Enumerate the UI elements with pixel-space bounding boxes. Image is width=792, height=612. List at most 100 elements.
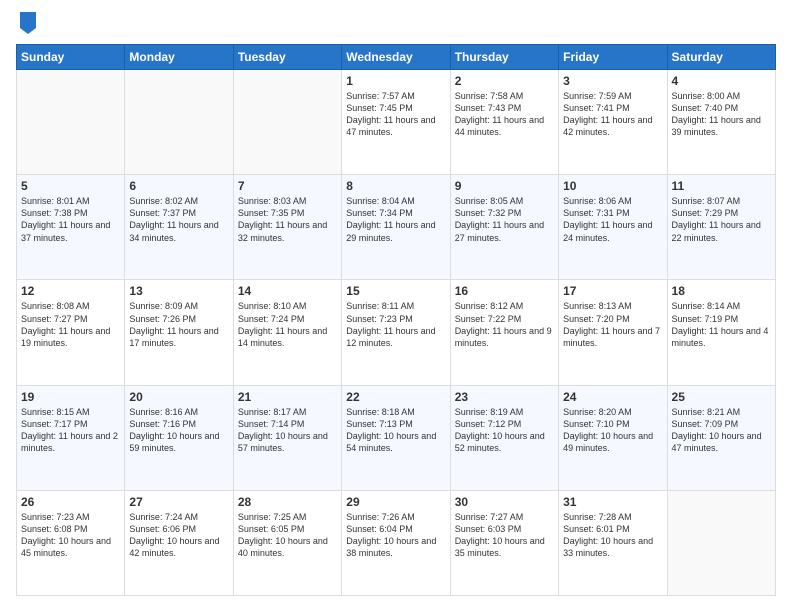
day-info: Sunrise: 7:25 AM Sunset: 6:05 PM Dayligh… — [238, 511, 337, 560]
day-number: 12 — [21, 284, 120, 298]
logo-text — [16, 16, 36, 34]
day-info: Sunrise: 8:11 AM Sunset: 7:23 PM Dayligh… — [346, 300, 445, 349]
day-info: Sunrise: 8:05 AM Sunset: 7:32 PM Dayligh… — [455, 195, 554, 244]
calendar-cell: 29 Sunrise: 7:26 AM Sunset: 6:04 PM Dayli… — [342, 490, 450, 595]
calendar-body: 1 Sunrise: 7:57 AM Sunset: 7:45 PM Daylig… — [17, 70, 776, 596]
calendar-cell: 11Sunrise: 8:07 AM Sunset: 7:29 PM Dayli… — [667, 175, 775, 280]
day-info: Sunrise: 8:20 AM Sunset: 7:10 PM Dayligh… — [563, 406, 662, 455]
day-info: Sunrise: 8:21 AM Sunset: 7:09 PM Dayligh… — [672, 406, 771, 455]
calendar-cell — [233, 70, 341, 175]
day-info: Sunrise: 8:17 AM Sunset: 7:14 PM Dayligh… — [238, 406, 337, 455]
calendar-header: SundayMondayTuesdayWednesdayThursdayFrid… — [17, 45, 776, 70]
calendar-cell: 23 Sunrise: 8:19 AM Sunset: 7:12 PM Dayli… — [450, 385, 558, 490]
day-number: 17 — [563, 284, 662, 298]
day-info: Sunrise: 8:15 AM Sunset: 7:17 PM Dayligh… — [21, 406, 120, 455]
calendar-cell: 28 Sunrise: 7:25 AM Sunset: 6:05 PM Dayli… — [233, 490, 341, 595]
day-number: 28 — [238, 495, 337, 509]
day-info: Sunrise: 8:16 AM Sunset: 7:16 PM Dayligh… — [129, 406, 228, 455]
weekday-header: Saturday — [667, 45, 775, 70]
day-number: 6 — [129, 179, 228, 193]
day-info: Sunrise: 7:57 AM Sunset: 7:45 PM Dayligh… — [346, 90, 445, 139]
day-info: Sunrise: 8:13 AM Sunset: 7:20 PM Dayligh… — [563, 300, 662, 349]
weekday-header: Monday — [125, 45, 233, 70]
day-number: 16 — [455, 284, 554, 298]
day-number: 1 — [346, 74, 445, 88]
day-number: 15 — [346, 284, 445, 298]
calendar-cell: 3 Sunrise: 7:59 AM Sunset: 7:41 PM Daylig… — [559, 70, 667, 175]
day-info: Sunrise: 7:27 AM Sunset: 6:03 PM Dayligh… — [455, 511, 554, 560]
calendar-cell: 30Sunrise: 7:27 AM Sunset: 6:03 PM Dayli… — [450, 490, 558, 595]
day-number: 5 — [21, 179, 120, 193]
calendar-table: SundayMondayTuesdayWednesdayThursdayFrid… — [16, 44, 776, 596]
calendar-cell: 13 Sunrise: 8:09 AM Sunset: 7:26 PM Dayli… — [125, 280, 233, 385]
weekday-header: Wednesday — [342, 45, 450, 70]
calendar-cell: 18Sunrise: 8:14 AM Sunset: 7:19 PM Dayli… — [667, 280, 775, 385]
calendar-cell: 9 Sunrise: 8:05 AM Sunset: 7:32 PM Daylig… — [450, 175, 558, 280]
day-info: Sunrise: 8:06 AM Sunset: 7:31 PM Dayligh… — [563, 195, 662, 244]
day-info: Sunrise: 7:58 AM Sunset: 7:43 PM Dayligh… — [455, 90, 554, 139]
day-info: Sunrise: 8:07 AM Sunset: 7:29 PM Dayligh… — [672, 195, 771, 244]
day-info: Sunrise: 7:26 AM Sunset: 6:04 PM Dayligh… — [346, 511, 445, 560]
calendar-cell — [125, 70, 233, 175]
weekday-header: Friday — [559, 45, 667, 70]
day-info: Sunrise: 8:00 AM Sunset: 7:40 PM Dayligh… — [672, 90, 771, 139]
day-info: Sunrise: 8:18 AM Sunset: 7:13 PM Dayligh… — [346, 406, 445, 455]
day-number: 4 — [672, 74, 771, 88]
calendar-cell: 8Sunrise: 8:04 AM Sunset: 7:34 PM Daylig… — [342, 175, 450, 280]
day-info: Sunrise: 8:19 AM Sunset: 7:12 PM Dayligh… — [455, 406, 554, 455]
day-number: 27 — [129, 495, 228, 509]
calendar-cell: 1 Sunrise: 7:57 AM Sunset: 7:45 PM Daylig… — [342, 70, 450, 175]
calendar-cell: 24Sunrise: 8:20 AM Sunset: 7:10 PM Dayli… — [559, 385, 667, 490]
calendar-week-row: 12 Sunrise: 8:08 AM Sunset: 7:27 PM Dayli… — [17, 280, 776, 385]
calendar-week-row: 19 Sunrise: 8:15 AM Sunset: 7:17 PM Dayli… — [17, 385, 776, 490]
day-number: 7 — [238, 179, 337, 193]
day-info: Sunrise: 8:12 AM Sunset: 7:22 PM Dayligh… — [455, 300, 554, 349]
calendar-week-row: 26 Sunrise: 7:23 AM Sunset: 6:08 PM Dayli… — [17, 490, 776, 595]
calendar-cell: 14Sunrise: 8:10 AM Sunset: 7:24 PM Dayli… — [233, 280, 341, 385]
day-number: 10 — [563, 179, 662, 193]
logo-icon — [18, 12, 36, 34]
day-number: 26 — [21, 495, 120, 509]
calendar-week-row: 5 Sunrise: 8:01 AM Sunset: 7:38 PM Daylig… — [17, 175, 776, 280]
day-number: 18 — [672, 284, 771, 298]
calendar-cell: 21 Sunrise: 8:17 AM Sunset: 7:14 PM Dayli… — [233, 385, 341, 490]
day-number: 31 — [563, 495, 662, 509]
calendar-cell: 16 Sunrise: 8:12 AM Sunset: 7:22 PM Dayli… — [450, 280, 558, 385]
day-number: 21 — [238, 390, 337, 404]
calendar-cell: 27 Sunrise: 7:24 AM Sunset: 6:06 PM Dayli… — [125, 490, 233, 595]
calendar-cell: 4 Sunrise: 8:00 AM Sunset: 7:40 PM Daylig… — [667, 70, 775, 175]
calendar-cell: 7Sunrise: 8:03 AM Sunset: 7:35 PM Daylig… — [233, 175, 341, 280]
day-info: Sunrise: 7:28 AM Sunset: 6:01 PM Dayligh… — [563, 511, 662, 560]
calendar-cell: 22 Sunrise: 8:18 AM Sunset: 7:13 PM Dayli… — [342, 385, 450, 490]
day-number: 20 — [129, 390, 228, 404]
day-info: Sunrise: 8:08 AM Sunset: 7:27 PM Dayligh… — [21, 300, 120, 349]
calendar-cell: 6Sunrise: 8:02 AM Sunset: 7:37 PM Daylig… — [125, 175, 233, 280]
day-number: 9 — [455, 179, 554, 193]
header — [16, 16, 776, 34]
calendar-cell: 26 Sunrise: 7:23 AM Sunset: 6:08 PM Dayli… — [17, 490, 125, 595]
day-number: 3 — [563, 74, 662, 88]
day-number: 2 — [455, 74, 554, 88]
day-number: 23 — [455, 390, 554, 404]
day-number: 22 — [346, 390, 445, 404]
day-number: 19 — [21, 390, 120, 404]
calendar-cell: 10 Sunrise: 8:06 AM Sunset: 7:31 PM Dayli… — [559, 175, 667, 280]
day-info: Sunrise: 8:01 AM Sunset: 7:38 PM Dayligh… — [21, 195, 120, 244]
calendar-cell: 19 Sunrise: 8:15 AM Sunset: 7:17 PM Dayli… — [17, 385, 125, 490]
day-number: 25 — [672, 390, 771, 404]
day-number: 29 — [346, 495, 445, 509]
day-number: 8 — [346, 179, 445, 193]
day-info: Sunrise: 7:59 AM Sunset: 7:41 PM Dayligh… — [563, 90, 662, 139]
weekday-row: SundayMondayTuesdayWednesdayThursdayFrid… — [17, 45, 776, 70]
day-number: 13 — [129, 284, 228, 298]
day-info: Sunrise: 8:09 AM Sunset: 7:26 PM Dayligh… — [129, 300, 228, 349]
calendar-cell: 31 Sunrise: 7:28 AM Sunset: 6:01 PM Dayli… — [559, 490, 667, 595]
day-number: 14 — [238, 284, 337, 298]
calendar-cell: 12 Sunrise: 8:08 AM Sunset: 7:27 PM Dayli… — [17, 280, 125, 385]
day-info: Sunrise: 7:24 AM Sunset: 6:06 PM Dayligh… — [129, 511, 228, 560]
weekday-header: Sunday — [17, 45, 125, 70]
weekday-header: Thursday — [450, 45, 558, 70]
calendar-cell — [17, 70, 125, 175]
calendar-cell: 25 Sunrise: 8:21 AM Sunset: 7:09 PM Dayli… — [667, 385, 775, 490]
day-info: Sunrise: 7:23 AM Sunset: 6:08 PM Dayligh… — [21, 511, 120, 560]
